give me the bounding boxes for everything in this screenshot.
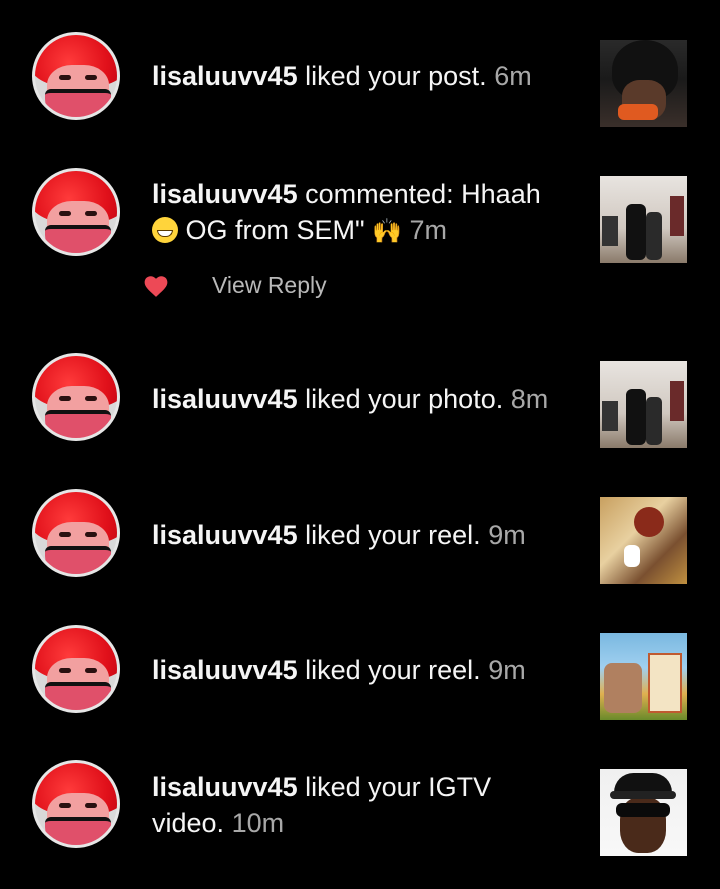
raising-hands-emoji: 🙌 [372, 218, 402, 245]
notification-text: lisaluuvv45 liked your reel. 9m [152, 517, 572, 553]
post-thumbnail[interactable] [600, 176, 687, 263]
post-thumbnail[interactable] [600, 361, 687, 448]
username-link[interactable]: lisaluuvv45 [152, 384, 298, 414]
username-link[interactable]: lisaluuvv45 [152, 772, 298, 802]
notification-text: lisaluuvv45 liked your IGTV video. 10m [152, 769, 572, 841]
notification-text: lisaluuvv45 liked your reel. 9m [152, 652, 572, 688]
avatar[interactable] [32, 168, 120, 256]
heart-icon[interactable] [143, 274, 169, 298]
username-link[interactable]: lisaluuvv45 [152, 655, 298, 685]
timestamp: 9m [488, 655, 526, 685]
avatar[interactable] [32, 625, 120, 713]
username-link[interactable]: lisaluuvv45 [152, 520, 298, 550]
post-thumbnail[interactable] [600, 40, 687, 127]
avatar[interactable] [32, 32, 120, 120]
view-reply-button[interactable]: View Reply [212, 270, 327, 300]
timestamp: 9m [488, 520, 526, 550]
username-link[interactable]: lisaluuvv45 [152, 61, 298, 91]
username-link[interactable]: lisaluuvv45 [152, 179, 298, 209]
notification-action: liked your photo. [297, 384, 504, 414]
comment-text: commented: Hhaah [297, 179, 541, 209]
timestamp: 10m [231, 808, 285, 838]
notification-action: liked your post. [297, 61, 487, 91]
avatar[interactable] [32, 760, 120, 848]
igtv-thumbnail[interactable] [600, 769, 687, 856]
avatar[interactable] [32, 353, 120, 441]
reel-thumbnail[interactable] [600, 633, 687, 720]
timestamp: 6m [494, 61, 532, 91]
notification-action-cont: video. [152, 808, 225, 838]
grinning-face-emoji [152, 217, 178, 243]
comment-text-cont: OG from SEM" [178, 215, 373, 245]
avatar[interactable] [32, 489, 120, 577]
notification-action: liked your IGTV [297, 772, 492, 802]
notification-action: liked your reel. [297, 655, 481, 685]
reel-thumbnail[interactable] [600, 497, 687, 584]
reply-actions: View Reply [0, 266, 720, 306]
timestamp: 7m [409, 215, 448, 245]
notification-text: lisaluuvv45 liked your post. 6m [152, 58, 572, 94]
notification-text: lisaluuvv45 liked your photo. 8m [152, 381, 572, 417]
notification-text: lisaluuvv45 commented: Hhaah OG from SEM… [152, 176, 572, 250]
notification-action: liked your reel. [297, 520, 481, 550]
timestamp: 8m [510, 384, 549, 414]
